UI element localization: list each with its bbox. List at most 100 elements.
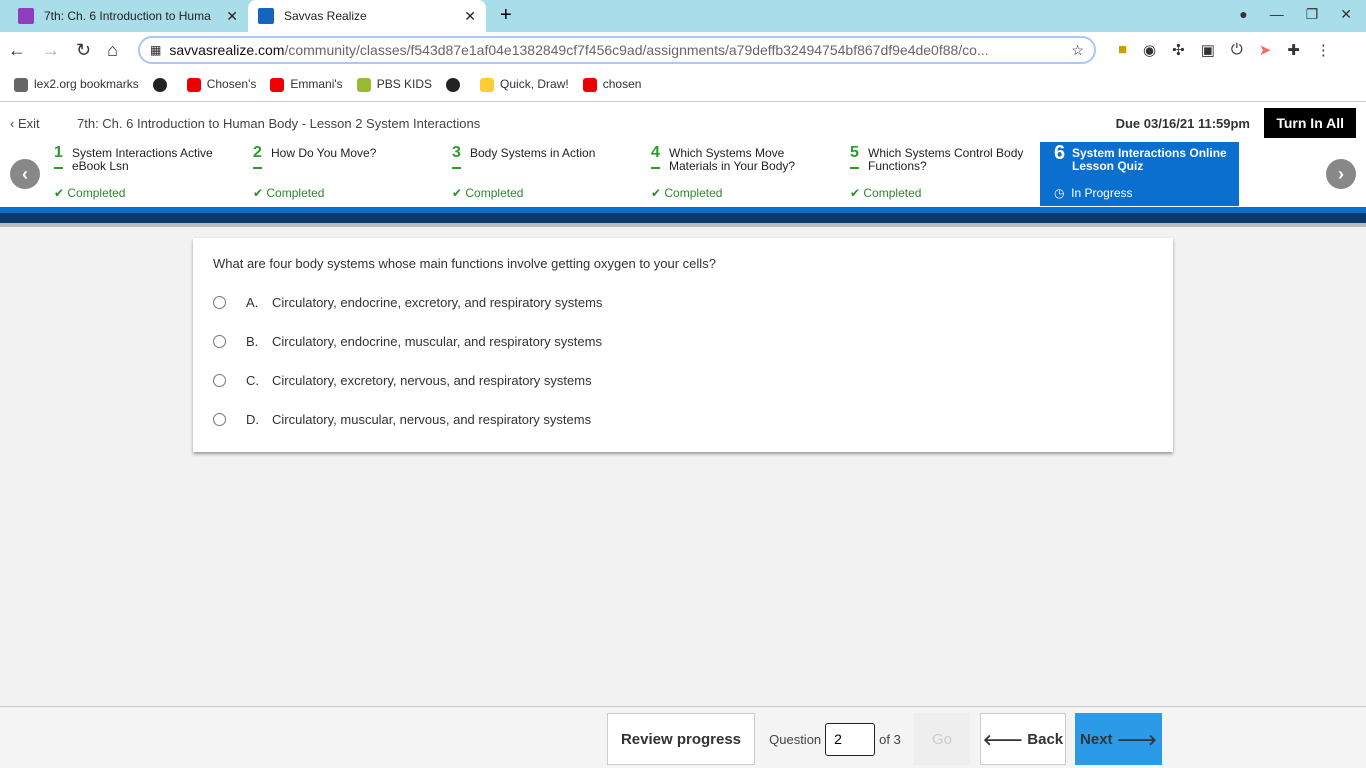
savvas-icon (258, 8, 274, 24)
exit-link[interactable]: ‹ Exit (10, 116, 40, 131)
quick-draw-icon (480, 77, 495, 92)
globe-icon[interactable] (152, 77, 167, 92)
step-5[interactable]: 5 Which Systems Control Body Functions? ✔ … (836, 142, 1035, 206)
back-label: Back (1027, 730, 1064, 748)
step-status: ◷ In Progress (1054, 186, 1133, 200)
globe-icon[interactable] (446, 77, 461, 92)
assignment-title: 7th: Ch. 6 Introduction to Human Body - … (77, 116, 481, 131)
step-label: Body Systems in Action (470, 146, 596, 160)
bookmark[interactable]: Quick, Draw! (480, 77, 569, 92)
forward-icon[interactable]: → (42, 40, 60, 61)
status-text: Completed (664, 186, 723, 200)
pbs-kids-icon (356, 77, 371, 92)
step-6[interactable]: 6 System Interactions Online Lesson Quiz ◷… (1040, 142, 1239, 206)
progress-band (0, 207, 1366, 227)
new-tab-button[interactable]: + (500, 4, 512, 27)
step-2[interactable]: 2 How Do You Move? ✔ Completed (239, 142, 438, 206)
back-button[interactable]: 🡐 Back (980, 713, 1066, 765)
question-navigator: Question of 3 (757, 713, 913, 765)
youtube-icon (270, 77, 285, 92)
back-icon[interactable]: ← (8, 40, 26, 61)
power-icon[interactable]: ⏻ (1231, 41, 1243, 59)
step-number: 6 (1054, 142, 1066, 164)
browser-tab[interactable]: 7th: Ch. 6 Introduction to Huma ✕ (8, 0, 248, 32)
question-number-input[interactable] (825, 722, 876, 756)
next-button[interactable]: Next 🡒 (1075, 713, 1162, 765)
step-1[interactable]: 1 System Interactions Active eBook Lsn ✔ C… (40, 142, 239, 206)
bookmark[interactable]: chosen (582, 77, 642, 92)
status-text: Completed (465, 186, 524, 200)
status-text: Completed (266, 186, 325, 200)
option-text: Circulatory, excretory, nervous, and res… (272, 373, 592, 388)
classroom-icon (18, 8, 34, 24)
radio-button[interactable] (213, 296, 226, 309)
bookmark[interactable]: lex2.org bookmarks (14, 77, 139, 92)
menu-icon[interactable]: ⋮ (1316, 41, 1331, 59)
bookmark[interactable]: Emmani's (270, 77, 343, 92)
shield-icon[interactable]: ◉ (1143, 41, 1156, 59)
exit-label: Exit (17, 116, 40, 131)
next-steps-arrow-icon[interactable]: › (1326, 159, 1356, 189)
extension-icon[interactable]: ✣ (1172, 41, 1185, 59)
url-domain: savvasrealize.com (169, 42, 285, 58)
tab-title: 7th: Ch. 6 Introduction to Huma (44, 9, 211, 23)
url-path: /community/classes/f543d87e1af04e1382849… (284, 42, 989, 58)
step-label: System Interactions Online Lesson Quiz (1072, 146, 1227, 173)
close-window-icon[interactable]: ✕ (1340, 6, 1352, 23)
minimize-icon[interactable]: — (1270, 6, 1284, 23)
extension-icon[interactable]: ➤ (1259, 41, 1272, 59)
radio-button[interactable] (213, 413, 226, 426)
url-input[interactable]: ▦ savvasrealize.com/community/classes/f54… (137, 36, 1096, 64)
step-number: 1 (54, 145, 63, 169)
step-status: ✔ Completed (651, 186, 723, 200)
answer-option-a[interactable]: A. Circulatory, endocrine, excretory, and… (213, 283, 1153, 322)
bookmark-label: PBS KIDS (376, 77, 433, 92)
answer-option-d[interactable]: D. Circulatory, muscular, nervous, and re… (213, 400, 1153, 439)
site-info-icon[interactable]: ▦ (150, 43, 161, 57)
bookmark[interactable]: PBS KIDS (356, 77, 433, 92)
browser-tab-active[interactable]: Savvas Realize ✕ (248, 0, 486, 32)
option-letter: A. (246, 295, 259, 310)
question-total: of 3 (879, 731, 901, 747)
bookmark-label: Chosen's (206, 77, 257, 92)
restore-icon[interactable]: ❐ (1306, 6, 1319, 23)
bookmark-label: chosen (602, 77, 642, 92)
star-icon[interactable]: ☆ (1071, 42, 1084, 59)
prev-steps-arrow-icon[interactable]: ‹ (10, 159, 40, 189)
bookmarks-bar: lex2.org bookmarks Chosen's Emmani's PBS… (0, 68, 1366, 102)
step-status: ✔ Completed (452, 186, 524, 200)
answer-option-c[interactable]: C. Circulatory, excretory, nervous, and r… (213, 361, 1153, 400)
radio-button[interactable] (213, 335, 226, 348)
reload-icon[interactable]: ↻ (76, 40, 91, 61)
radio-button[interactable] (213, 374, 226, 387)
extension-icon[interactable]: ▣ (1201, 41, 1215, 59)
home-icon[interactable]: ⌂ (107, 40, 118, 61)
extension-icon[interactable]: ■ (1118, 41, 1127, 59)
status-text: In Progress (1071, 186, 1133, 200)
step-4[interactable]: 4 Which Systems Move Materials in Your Bo… (637, 142, 836, 206)
step-label: System Interactions Active eBook Lsn (72, 146, 213, 173)
step-number: 2 (253, 145, 262, 169)
address-bar-row: ← → ↻ ⌂ ▦ savvasrealize.com/community/classe… (0, 32, 1366, 68)
step-label: How Do You Move? (271, 146, 377, 160)
review-progress-button[interactable]: Review progress (607, 713, 755, 765)
youtube-icon (582, 77, 597, 92)
go-button[interactable]: Go (914, 713, 970, 765)
step-number: 3 (452, 145, 461, 169)
profile-icon[interactable]: ● (1239, 6, 1247, 23)
arrow-right-icon: 🡒 (1112, 731, 1157, 749)
option-letter: B. (246, 334, 259, 349)
step-number: 4 (651, 145, 660, 169)
close-tab-icon[interactable]: ✕ (226, 8, 238, 25)
due-date: Due 03/16/21 11:59pm (1115, 116, 1250, 131)
answer-option-b[interactable]: B. Circulatory, endocrine, muscular, and … (213, 322, 1153, 361)
puzzle-icon[interactable]: ✚ (1287, 41, 1300, 59)
step-3[interactable]: 3 Body Systems in Action ✔ Completed (438, 142, 637, 206)
bookmark-label: Quick, Draw! (500, 77, 569, 92)
browser-tab-bar: 7th: Ch. 6 Introduction to Huma ✕ Savvas … (0, 0, 1366, 32)
status-text: Completed (67, 186, 126, 200)
quiz-footer: Review progress Question of 3 Go 🡐 Back N… (0, 706, 1366, 768)
bookmark[interactable]: Chosen's (186, 77, 257, 92)
turn-in-all-button[interactable]: Turn In All (1264, 108, 1356, 138)
close-tab-icon[interactable]: ✕ (464, 8, 476, 25)
